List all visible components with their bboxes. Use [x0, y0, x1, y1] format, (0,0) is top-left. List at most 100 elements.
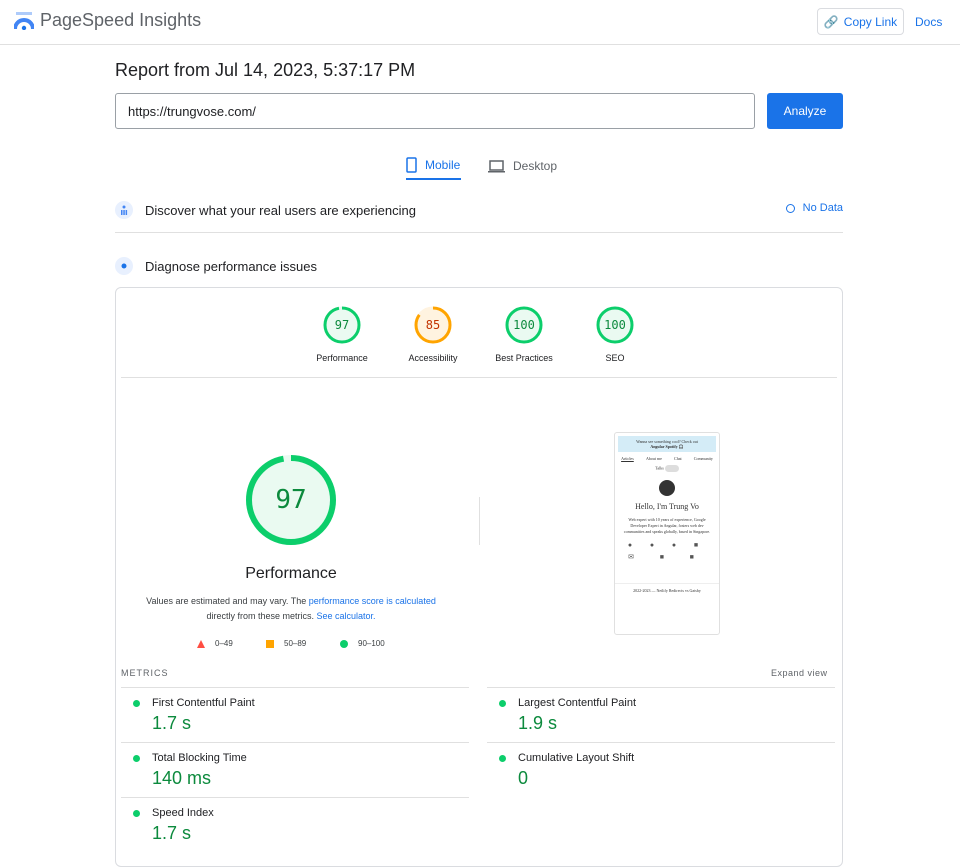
gauge-ring: 97 [323, 306, 361, 344]
diagnose-icon [115, 257, 133, 275]
screenshot-heading: Hello, I'm Trung Vo [635, 502, 699, 511]
pass-circle-icon [499, 700, 506, 707]
metric-value: 1.9 s [518, 713, 558, 733]
score-gauge-performance[interactable]: 97 Performance [297, 305, 387, 363]
page-screenshot: Wanna see something cool? Check out Angul… [614, 432, 720, 635]
see-calculator-link[interactable]: See calculator. [316, 611, 375, 621]
url-input[interactable] [115, 93, 755, 129]
nav-item: About me [645, 456, 662, 461]
top-bar: PageSpeed Insights 🔗 Copy Link Docs [0, 0, 960, 45]
metric-item: First Contentful Paint 1.7 s [121, 687, 469, 742]
copy-link-button[interactable]: 🔗 Copy Link [817, 8, 904, 35]
screenshot-banner: Wanna see something cool? Check out Angul… [618, 436, 716, 452]
nav-item: Articles [621, 456, 634, 461]
link-icon: 🔗 [823, 14, 839, 29]
pass-circle-icon [499, 755, 506, 762]
score-gauge-best-practices[interactable]: 100 Best Practices [479, 305, 569, 363]
report-title: Report from Jul 14, 2023, 5:37:17 PM [115, 60, 416, 80]
metric-item: Speed Index 1.7 s [121, 797, 469, 852]
main-score-value: 97 [275, 485, 306, 515]
desc-text: Values are estimated and may vary. The [146, 596, 309, 606]
metric-item: Total Blocking Time 140 ms [121, 742, 469, 797]
metrics-heading: METRICS [121, 668, 169, 678]
nav-item: Community [693, 456, 713, 461]
pass-circle-icon [133, 700, 140, 707]
score-label: Best Practices [495, 353, 553, 363]
app-name: PageSpeed Insights [40, 10, 202, 30]
performance-main-gauge: 97 [246, 455, 336, 545]
screenshot-bio: Web expert with 10 years of experience, … [623, 517, 711, 534]
mobile-icon [406, 157, 417, 173]
analyze-button[interactable]: Analyze [767, 93, 843, 129]
pass-circle-icon [133, 810, 140, 817]
nav-item: Chat [674, 456, 682, 461]
users-icon [115, 201, 133, 219]
divider [479, 497, 480, 545]
no-data-label: No Data [802, 202, 843, 214]
diagnose-section: Diagnose performance issues [115, 256, 843, 276]
triangle-icon [197, 639, 205, 648]
divider [115, 232, 843, 233]
metric-value: 1.7 s [152, 713, 192, 733]
metric-item: Largest Contentful Paint 1.9 s [487, 687, 835, 742]
svg-text:85: 85 [426, 318, 440, 332]
contact-icons: ✉ ■ ■ [628, 553, 706, 561]
score-description: Values are estimated and may vary. The p… [141, 594, 441, 624]
talks-toggle: Talks [615, 465, 719, 472]
avatar [659, 480, 675, 496]
social-icons: ● ● ● ■ [627, 541, 707, 549]
score-label: Accessibility [408, 353, 458, 363]
svg-text:100: 100 [604, 318, 626, 332]
section-title: Discover what your real users are experi… [145, 202, 416, 218]
tab-label: Desktop [513, 159, 558, 173]
banner-link: Angular Spotify 🎧 [650, 444, 684, 449]
gauge-ring: 100 [596, 306, 634, 344]
score-gauge-accessibility[interactable]: 85 Accessibility [388, 305, 478, 363]
legend-pass: 90–100 [340, 639, 385, 648]
pass-circle-icon [133, 755, 140, 762]
copy-link-label: Copy Link [843, 14, 898, 29]
logo[interactable]: PageSpeed Insights [14, 10, 201, 31]
legend-label: 90–100 [358, 639, 385, 648]
main-score-label: Performance [245, 565, 337, 582]
real-users-section: Discover what your real users are experi… [115, 200, 843, 220]
score-label: SEO [605, 353, 625, 363]
no-data-indicator[interactable]: No Data [785, 202, 843, 214]
section-title: Diagnose performance issues [145, 258, 317, 274]
laptop-icon [488, 159, 505, 172]
tab-mobile[interactable]: Mobile [406, 152, 461, 180]
metric-name: Total Blocking Time [152, 752, 247, 764]
svg-text:97: 97 [335, 318, 349, 332]
screenshot-nav: Articles About me Chat Community [615, 456, 719, 461]
info-icon [785, 203, 795, 213]
metric-name: First Contentful Paint [152, 697, 255, 709]
metric-item: Cumulative Layout Shift 0 [487, 742, 835, 797]
talks-label: Talks [655, 465, 664, 471]
metric-name: Speed Index [152, 807, 214, 819]
tab-desktop[interactable]: Desktop [488, 152, 557, 180]
circle-icon [340, 639, 348, 648]
score-gauge-seo[interactable]: 100 SEO [570, 305, 660, 363]
metric-name: Cumulative Layout Shift [518, 752, 635, 764]
desc-text: directly from these metrics. [206, 611, 317, 621]
expand-view-button[interactable]: Expand view [771, 668, 828, 678]
pagespeed-logo-icon [14, 11, 34, 30]
performance-score-link[interactable]: performance score is calculated [309, 596, 436, 606]
gauge-ring: 100 [505, 306, 543, 344]
tab-label: Mobile [425, 158, 461, 172]
gauge-ring: 85 [414, 306, 452, 344]
legend-label: 0–49 [215, 639, 233, 648]
metric-value: 140 ms [152, 768, 212, 788]
score-label: Performance [316, 353, 368, 363]
legend-fail: 0–49 [197, 639, 233, 648]
metric-value: 0 [518, 768, 529, 788]
svg-text:100: 100 [513, 318, 535, 332]
square-icon [266, 639, 274, 648]
metric-name: Largest Contentful Paint [518, 697, 637, 709]
legend-label: 50–89 [284, 639, 307, 648]
legend-average: 50–89 [266, 639, 306, 648]
screenshot-footer: 2022-2023 — Netlify Redirects vs Gatsby [615, 583, 719, 593]
metric-value: 1.7 s [152, 823, 192, 843]
docs-link[interactable]: Docs [915, 15, 942, 29]
divider [121, 377, 837, 378]
